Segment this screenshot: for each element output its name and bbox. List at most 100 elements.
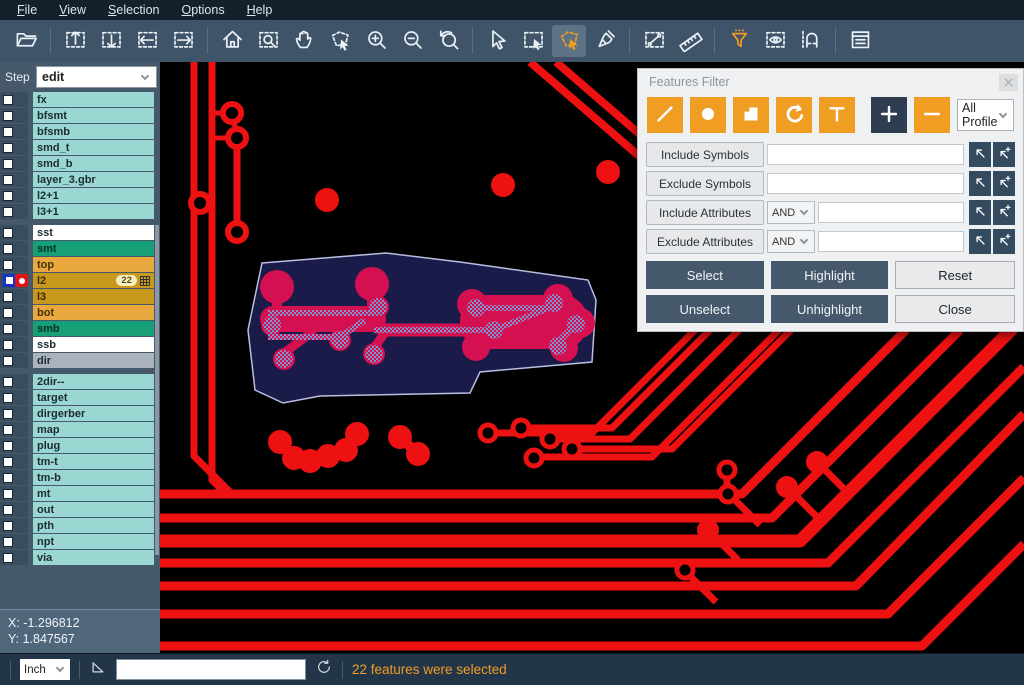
layer-row-l2+1[interactable]: l2+1 [0, 188, 160, 203]
layer-row-map[interactable]: map [0, 422, 160, 437]
exclude-attributes-pick-button[interactable] [969, 229, 991, 254]
menu-help[interactable]: Help [236, 3, 284, 17]
layer-row-2dir--[interactable]: 2dir-- [0, 374, 160, 389]
layer-name-bar[interactable]: sst [33, 225, 154, 240]
display-options-button[interactable] [758, 25, 792, 57]
layer-visibility-checkbox[interactable] [3, 324, 13, 334]
layer-row-ssb[interactable]: ssb [0, 337, 160, 352]
include-attributes-pick-button[interactable] [969, 200, 991, 225]
zoom-previous-button[interactable] [431, 25, 465, 57]
layer-visibility-checkbox[interactable] [3, 377, 13, 387]
layer-row-smt[interactable]: smt [0, 241, 160, 256]
layer-row-dir[interactable]: dir [0, 353, 160, 368]
layer-name-bar[interactable]: dir [33, 353, 154, 368]
layer-visibility-checkbox[interactable] [3, 521, 13, 531]
layer-name-bar[interactable]: 2dir-- [33, 374, 154, 389]
layer-row-bfsmb[interactable]: bfsmb [0, 124, 160, 139]
menu-file[interactable]: File [6, 3, 48, 17]
layer-name-bar[interactable]: smd_t [33, 140, 154, 155]
layer-row-smd_b[interactable]: smd_b [0, 156, 160, 171]
layer-visibility-checkbox[interactable] [3, 159, 13, 169]
shift-view-up-button[interactable] [58, 25, 92, 57]
layer-row-tm-t[interactable]: tm-t [0, 454, 160, 469]
layer-visibility-checkbox[interactable] [3, 111, 13, 121]
layer-name-bar[interactable]: via [33, 550, 154, 565]
unhighlight-button[interactable]: Unhighlight [771, 295, 889, 323]
remove-filter-button[interactable] [914, 97, 950, 133]
layer-row-npt[interactable]: npt [0, 534, 160, 549]
text-feature-button[interactable] [819, 97, 855, 133]
exclude-symbols-button[interactable]: Exclude Symbols [646, 171, 764, 196]
features-filter-button[interactable] [722, 25, 756, 57]
reset-button[interactable]: Reset [895, 261, 1015, 289]
snap-button[interactable] [794, 25, 828, 57]
include-attributes-button[interactable]: Include Attributes [646, 200, 764, 225]
layer-row-sst[interactable]: sst [0, 225, 160, 240]
layer-name-bar[interactable]: tm-b [33, 470, 154, 485]
layer-name-bar[interactable]: layer_3.gbr [33, 172, 154, 187]
unit-select[interactable]: Inch [20, 659, 70, 680]
layer-row-bfsmt[interactable]: bfsmt [0, 108, 160, 123]
layer-visibility-checkbox[interactable] [3, 308, 13, 318]
layer-visibility-checkbox[interactable] [3, 553, 13, 563]
exclude-symbols-pick-button[interactable] [969, 171, 991, 196]
layer-visibility-checkbox[interactable] [3, 95, 13, 105]
select-button[interactable]: Select [646, 261, 764, 289]
layer-row-l3+1[interactable]: l3+1 [0, 204, 160, 219]
layer-name-bar[interactable]: pth [33, 518, 154, 533]
shift-view-right-button[interactable] [166, 25, 200, 57]
dialog-close-button[interactable] [999, 74, 1018, 91]
zoom-window-button[interactable] [251, 25, 285, 57]
layer-name-bar[interactable]: l3+1 [33, 204, 154, 219]
layer-visibility-checkbox[interactable] [3, 393, 13, 403]
layer-name-bar[interactable]: top [33, 257, 154, 272]
layer-row-fx[interactable]: fx [0, 92, 160, 107]
report-button[interactable] [843, 25, 877, 57]
layer-visibility-checkbox[interactable] [3, 191, 13, 201]
layer-visibility-checkbox[interactable] [3, 207, 13, 217]
layer-row-pth[interactable]: pth [0, 518, 160, 533]
include-attributes-pick-add-button[interactable] [993, 200, 1015, 225]
layer-name-bar[interactable]: mt [33, 486, 154, 501]
layer-name-bar[interactable]: fx [33, 92, 154, 107]
menu-selection[interactable]: Selection [97, 3, 170, 17]
exclude-attributes-pick-add-button[interactable] [993, 229, 1015, 254]
layer-row-top[interactable]: top [0, 257, 160, 272]
layer-name-bar[interactable]: ssb [33, 337, 154, 352]
select-pointer-button[interactable] [480, 25, 514, 57]
layer-name-bar[interactable]: bfsmt [33, 108, 154, 123]
layer-row-plug[interactable]: plug [0, 438, 160, 453]
layer-visibility-checkbox[interactable] [3, 260, 13, 270]
layer-visibility-checkbox[interactable] [3, 175, 13, 185]
menu-view[interactable]: View [48, 3, 97, 17]
include-symbols-button[interactable]: Include Symbols [646, 142, 764, 167]
layer-visibility-checkbox[interactable] [3, 537, 13, 547]
layer-name-bar[interactable]: bot [33, 305, 154, 320]
layer-visibility-checkbox[interactable] [3, 356, 13, 366]
refresh-icon[interactable] [315, 658, 333, 681]
layer-visibility-checkbox[interactable] [3, 143, 13, 153]
exclude-symbols-input[interactable] [767, 173, 964, 194]
layer-name-bar[interactable]: out [33, 502, 154, 517]
line-feature-button[interactable] [647, 97, 683, 133]
layer-name-bar[interactable]: l222 [33, 273, 154, 288]
layer-name-bar[interactable]: l3 [33, 289, 154, 304]
layer-visibility-checkbox[interactable] [3, 441, 13, 451]
layer-name-bar[interactable]: smd_b [33, 156, 154, 171]
layer-visibility-checkbox[interactable] [3, 425, 13, 435]
exclude-attributes-input[interactable] [818, 231, 964, 252]
layer-visibility-checkbox[interactable] [3, 409, 13, 419]
open-folder-button[interactable] [9, 25, 43, 57]
layer-name-bar[interactable]: npt [33, 534, 154, 549]
profile-select[interactable]: All Profile [957, 99, 1014, 131]
zoom-out-button[interactable] [395, 25, 429, 57]
layer-row-tm-b[interactable]: tm-b [0, 470, 160, 485]
rectangle-select-button[interactable] [516, 25, 550, 57]
add-filter-button[interactable] [871, 97, 907, 133]
step-select[interactable]: edit [36, 66, 157, 88]
close-button[interactable]: Close [895, 295, 1015, 323]
layer-name-bar[interactable]: l2+1 [33, 188, 154, 203]
shift-view-left-button[interactable] [130, 25, 164, 57]
layer-row-smd_t[interactable]: smd_t [0, 140, 160, 155]
include-attributes-input[interactable] [818, 202, 964, 223]
